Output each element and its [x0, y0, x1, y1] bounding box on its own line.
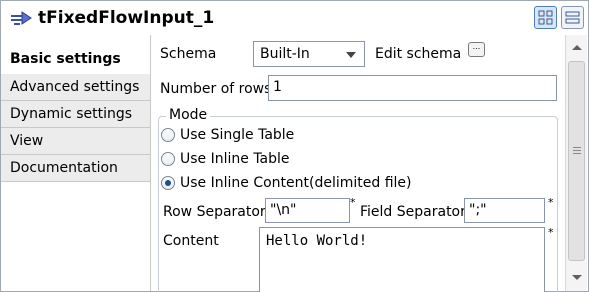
edit-schema-button[interactable]: ...	[468, 42, 485, 57]
radio-inline-content[interactable]	[161, 176, 175, 190]
list-layout-icon	[565, 11, 580, 24]
dropdown-arrow-icon	[346, 52, 356, 58]
tab-documentation[interactable]: Documentation	[1, 155, 151, 182]
grip-line	[573, 147, 581, 148]
tab-dynamic-settings[interactable]: Dynamic settings	[1, 101, 151, 128]
radio-single-table-label[interactable]: Use Single Table	[180, 127, 294, 143]
radio-inline-table[interactable]	[161, 152, 175, 166]
radio-single-table[interactable]	[161, 128, 175, 142]
schema-selected-value: Built-In	[260, 46, 310, 62]
field-separator-label: Field Separator	[360, 204, 466, 220]
radio-inline-content-label[interactable]: Use Inline Content(delimited file)	[180, 175, 412, 191]
scroll-up-arrow-icon[interactable]	[572, 45, 582, 50]
grip-line	[573, 153, 581, 154]
mode-group-title: Mode	[166, 107, 211, 123]
scroll-down-arrow-icon[interactable]	[572, 275, 582, 280]
number-of-rows-label: Number of rows	[160, 81, 272, 97]
content-required-mark: *	[548, 226, 554, 239]
settings-tab-list: Basic settings Advanced settings Dynamic…	[1, 45, 151, 182]
grid-layout-button[interactable]	[534, 6, 557, 29]
field-separator-required-mark: *	[548, 196, 554, 209]
edit-schema-label: Edit schema	[375, 46, 462, 62]
grip-line	[573, 150, 581, 151]
vertical-scrollbar[interactable]	[565, 35, 587, 291]
radio-inline-table-label[interactable]: Use Inline Table	[180, 151, 290, 167]
number-of-rows-input[interactable]: 1	[268, 75, 557, 101]
tab-view[interactable]: View	[1, 128, 151, 155]
tab-advanced-settings[interactable]: Advanced settings	[1, 74, 151, 101]
content-label: Content	[163, 233, 219, 249]
row-separator-required-mark: *	[350, 196, 356, 209]
tab-basic-settings[interactable]: Basic settings	[1, 45, 151, 74]
content-textarea[interactable]: Hello World!	[259, 227, 545, 292]
tabs-divider	[150, 35, 151, 291]
scrollbar-thumb[interactable]	[568, 61, 585, 261]
window-title: tFixedFlowInput_1	[38, 8, 215, 28]
row-separator-label: Row Separator	[163, 204, 266, 220]
grid-layout-icon	[538, 10, 553, 25]
schema-select[interactable]: Built-In	[253, 41, 365, 67]
row-separator-input[interactable]: "\n"	[265, 198, 350, 223]
field-separator-input[interactable]: ";"	[464, 198, 545, 223]
title-bar: tFixedFlowInput_1	[1, 1, 588, 35]
list-layout-button[interactable]	[561, 6, 584, 29]
schema-label: Schema	[160, 46, 217, 62]
flow-arrow-icon	[10, 10, 34, 28]
